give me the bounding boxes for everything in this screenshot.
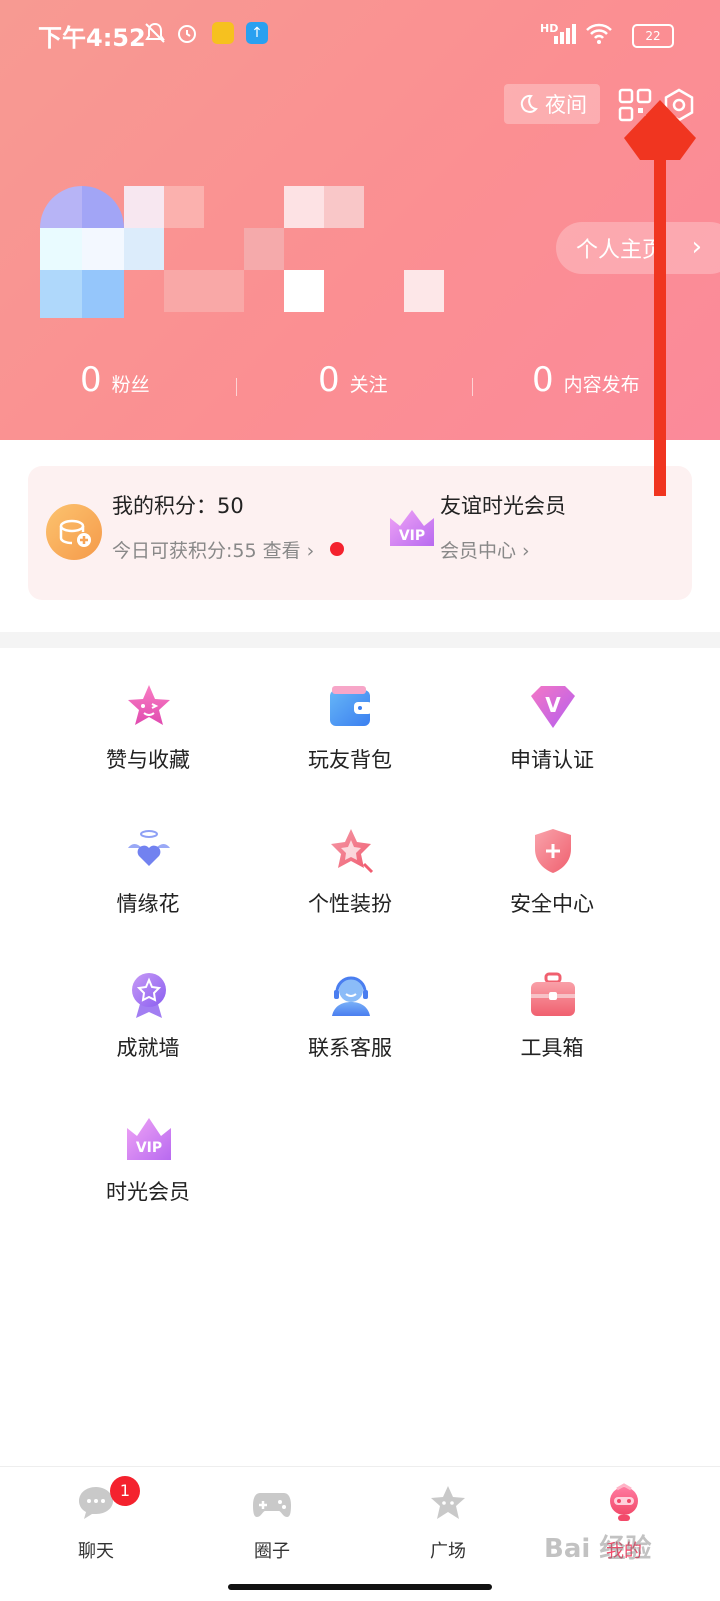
- grid-item-time-vip[interactable]: VIP 时光会员: [48, 1114, 248, 1224]
- tab-label: 圈子: [254, 1541, 290, 1562]
- profile-header: 下午4:52 ↑ HD 22 夜间 个人主页 › 0 粉丝 0 关注 0 内容发…: [0, 0, 720, 440]
- shield-icon: [535, 829, 571, 873]
- status-time: 下午4:52: [38, 24, 146, 52]
- star-icon: [431, 1486, 465, 1519]
- medal-icon: [132, 973, 166, 1018]
- vip-title: 友谊时光会员: [440, 494, 566, 518]
- stats-row: 0 粉丝 0 关注 0 内容发布: [0, 360, 720, 410]
- gamepad-icon: [253, 1493, 291, 1517]
- toolbox-icon: [531, 972, 575, 1016]
- stat-label: 内容发布: [563, 374, 640, 396]
- grid-item-backpack[interactable]: 玩友背包: [250, 682, 450, 792]
- grid-item-love-flower[interactable]: 情缘花: [48, 826, 248, 936]
- coins-icon: [46, 504, 102, 560]
- tab-circle[interactable]: 圈子: [222, 1483, 322, 1573]
- grid-item-contact-service[interactable]: 联系客服: [250, 970, 450, 1080]
- stat-value: 0: [318, 360, 340, 400]
- qr-code-icon[interactable]: [618, 88, 652, 122]
- grid-item-toolbox[interactable]: 工具箱: [452, 970, 652, 1080]
- grid-item-label: 安全中心: [510, 892, 594, 916]
- svg-text:VIP: VIP: [399, 528, 425, 544]
- chat-unread-badge: 1: [110, 1476, 140, 1506]
- grid-item-label: 玩友背包: [308, 748, 392, 772]
- verify-v-icon: V: [531, 686, 575, 728]
- grid-item-personal-decoration[interactable]: 个性装扮: [250, 826, 450, 936]
- vip-crown-icon: VIP: [390, 510, 434, 546]
- mute-bell-icon: [145, 22, 165, 43]
- night-mode-button[interactable]: 夜间: [504, 84, 600, 124]
- chevron-right-icon: ›: [691, 232, 702, 262]
- tab-plaza[interactable]: 广场: [398, 1483, 498, 1573]
- member-center-link[interactable]: 会员中心 ›: [440, 536, 530, 563]
- profile-avatar-icon: [610, 1483, 638, 1521]
- grid-item-label: 个性装扮: [308, 892, 392, 916]
- grid-item-apply-verification[interactable]: V 申请认证: [452, 682, 652, 792]
- grid-item-label: 联系客服: [308, 1036, 392, 1060]
- wallet-icon: [330, 686, 372, 726]
- grid-item-label: 成就墙: [116, 1036, 180, 1060]
- watermark: Bai 经验: [544, 1534, 652, 1564]
- signal-icon: [554, 24, 576, 44]
- tab-label: 聊天: [78, 1541, 114, 1562]
- grid-item-label: 申请认证: [510, 748, 594, 772]
- section-divider: [0, 632, 720, 648]
- stat-value: 0: [80, 360, 102, 400]
- stat-following[interactable]: 0 关注: [318, 360, 388, 400]
- stat-divider: [472, 378, 473, 396]
- upload-notification-icon: ↑: [246, 22, 268, 44]
- grid-item-label: 工具箱: [520, 1036, 584, 1060]
- notification-app-icon: [212, 22, 234, 44]
- stat-posts[interactable]: 0 内容发布: [532, 360, 640, 400]
- points-check-link[interactable]: 今日可获积分:55 查看 ›: [112, 536, 314, 563]
- tab-label: 广场: [430, 1541, 466, 1562]
- points-title: 我的积分：50: [112, 494, 244, 518]
- svg-text:VIP: VIP: [136, 1140, 162, 1156]
- customer-service-icon: [332, 976, 370, 1016]
- wifi-icon: [586, 23, 612, 44]
- alarm-icon: [178, 25, 196, 43]
- personal-homepage-label: 个人主页: [576, 238, 665, 263]
- stat-divider: [236, 378, 237, 396]
- moon-icon: [520, 94, 538, 113]
- winged-heart-icon: [128, 830, 170, 866]
- stat-label: 粉丝: [111, 374, 150, 396]
- avatar[interactable]: [40, 186, 124, 318]
- battery-indicator: 22: [632, 24, 674, 48]
- personal-homepage-button[interactable]: 个人主页 ›: [556, 222, 720, 274]
- vip-crown-icon: VIP: [127, 1118, 171, 1160]
- decoration-star-icon: [331, 829, 374, 874]
- grid-item-likes-favorites[interactable]: 赞与收藏: [48, 682, 248, 792]
- stat-label: 关注: [349, 374, 388, 396]
- status-bar: 下午4:52 ↑ HD 22: [0, 0, 720, 70]
- night-mode-label: 夜间: [545, 93, 587, 117]
- settings-gear-icon[interactable]: [662, 88, 696, 122]
- stat-value: 0: [532, 360, 554, 400]
- stat-fans[interactable]: 0 粉丝: [80, 360, 150, 400]
- grid-item-label: 赞与收藏: [106, 748, 190, 772]
- home-indicator[interactable]: [228, 1584, 492, 1590]
- star-face-icon: [128, 685, 170, 725]
- grid-item-label: 时光会员: [106, 1180, 190, 1204]
- new-dot-badge: [330, 542, 344, 556]
- grid-item-security-center[interactable]: 安全中心: [452, 826, 652, 936]
- grid-item-achievement-wall[interactable]: 成就墙: [48, 970, 248, 1080]
- grid-item-label: 情缘花: [116, 892, 180, 916]
- points-vip-card: 我的积分：50 今日可获积分:55 查看 › VIP 友谊时光会员 会员中心 ›: [28, 466, 692, 600]
- svg-text:V: V: [545, 693, 561, 717]
